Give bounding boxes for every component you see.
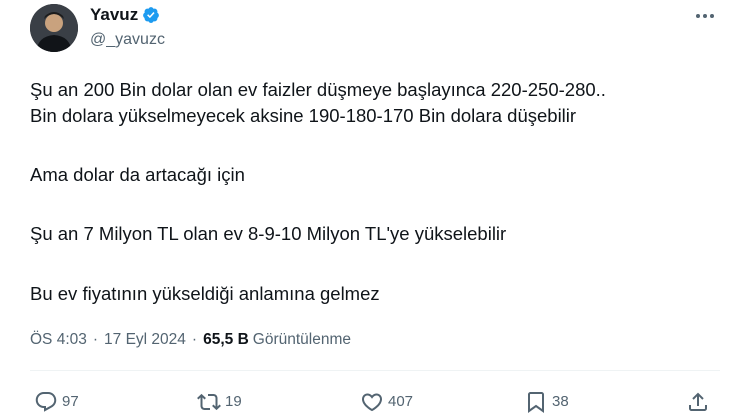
share-button[interactable] [686,390,710,414]
author-name[interactable]: Yavuz [90,5,138,25]
reply-button[interactable]: 97 [34,390,79,414]
dot [696,14,700,18]
author-handle[interactable]: @_yavuzc [90,30,165,50]
heart-icon [361,393,383,412]
reply-count: 97 [62,393,79,410]
tweet: Yavuz @_yavuzc Şu an 200 Bin dolar olan … [0,0,730,420]
bookmark-icon [528,392,544,413]
post-text-line: Ama dolar da artacağı için [30,164,245,185]
views-label: Görüntülenme [252,331,351,348]
repost-count: 19 [225,393,242,410]
dot [703,14,707,18]
post-meta: ÖS 4:03 · 17 Eyl 2024 · 65,5 B Görüntüle… [30,330,351,350]
like-count: 407 [388,393,414,410]
post-date[interactable]: 17 Eyl 2024 [104,330,186,350]
post-time[interactable]: ÖS 4:03 [30,330,87,350]
post-text-line: Şu an 200 Bin dolar olan ev faizler düşm… [30,79,606,100]
dot [710,14,714,18]
more-options-icon[interactable] [688,4,722,28]
post-text-line: Bu ev fiyatının yükseldiği anlamına gelm… [30,283,380,304]
bookmark-count: 38 [552,393,569,410]
repost-button[interactable]: 19 [197,390,242,414]
views-count: 65,5 B [203,331,249,348]
share-icon [689,392,707,411]
post-text-line: Şu an 7 Milyon TL olan ev 8-9-10 Milyon … [30,223,507,244]
reply-icon [35,392,57,412]
repost-icon [197,393,221,411]
meta-separator: · [92,331,99,348]
divider [30,370,720,371]
meta-separator: · [191,331,198,348]
verified-badge-icon [143,7,160,23]
avatar[interactable] [30,4,78,52]
author-name-row[interactable]: Yavuz [90,5,160,25]
post-text-line: Bin dolara yükselmeyecek aksine 190-180-… [30,105,577,126]
bookmark-button[interactable]: 38 [524,390,569,414]
avatar-image [30,4,78,52]
like-button[interactable]: 407 [360,390,413,414]
